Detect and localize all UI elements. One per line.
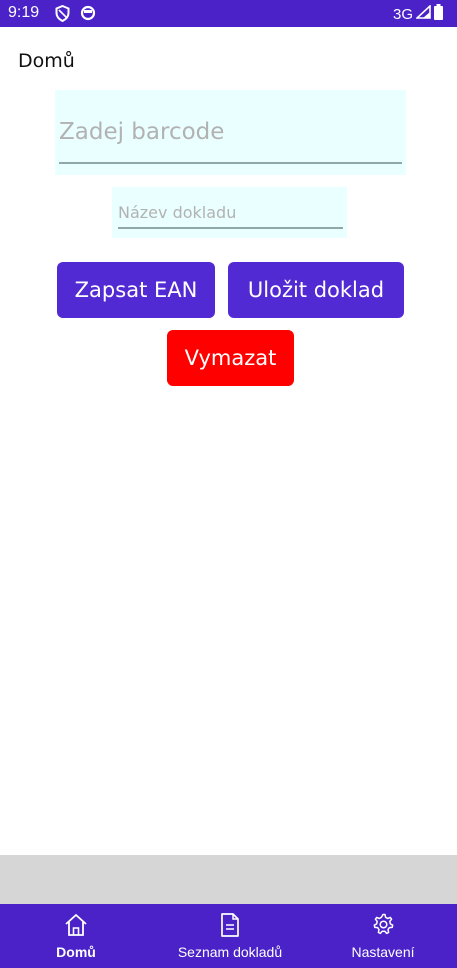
page-title: Domů [18,50,75,72]
barcode-input[interactable] [59,114,399,150]
barcode-field [55,90,406,175]
document-icon [221,913,239,937]
gear-icon [373,913,394,935]
status-bar: 9:19 3G [0,0,457,27]
shield-icon [55,4,70,27]
battery-icon [434,4,443,25]
network-type: 3G [392,6,413,23]
nav-label-document-list: Seznam dokladů [177,944,283,960]
signal-icon [414,4,431,24]
home-icon [65,914,87,936]
nav-item-settings[interactable]: Nastavení [343,904,423,968]
document-name-input[interactable] [118,201,343,223]
bottom-navigation: Domů Seznam dokladů Nastavení [0,904,457,968]
circle-icon [80,5,96,26]
save-document-button[interactable]: Uložit doklad [228,262,404,318]
barcode-underline [59,162,402,164]
nav-item-home[interactable]: Domů [36,904,116,968]
gray-band [0,855,457,904]
status-time: 9:19 [8,4,40,21]
document-name-underline [118,227,343,229]
clear-button[interactable]: Vymazat [167,330,294,386]
nav-item-document-list[interactable]: Seznam dokladů [165,904,295,968]
write-ean-button[interactable]: Zapsat EAN [57,262,215,318]
document-name-field [112,187,347,238]
nav-label-settings: Nastavení [351,944,415,960]
nav-label-home: Domů [56,944,96,960]
